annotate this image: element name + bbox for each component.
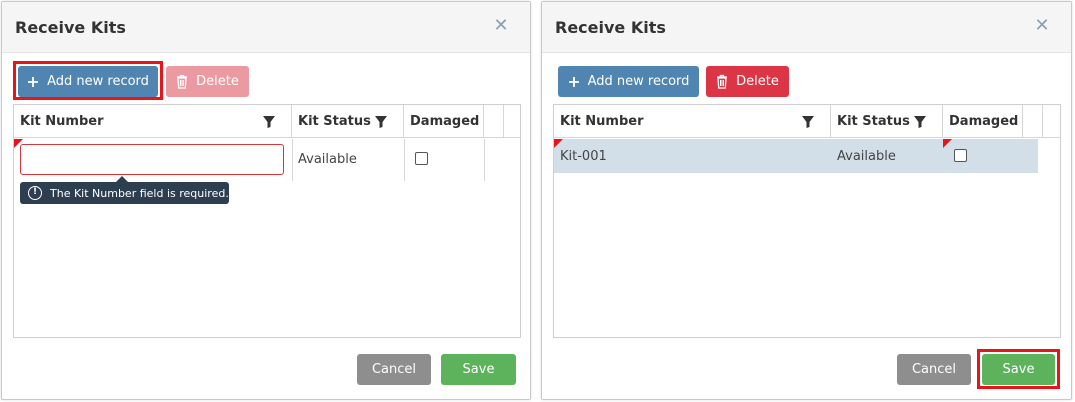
kit-status-cell: Available bbox=[837, 149, 896, 164]
filter-icon[interactable] bbox=[801, 115, 815, 129]
kit-number-cell: Kit-001 bbox=[560, 149, 607, 164]
column-kit-status-label: Kit Status bbox=[837, 114, 910, 129]
kits-grid: Kit Number Kit Status Damaged Kit-001 Av… bbox=[553, 104, 1061, 338]
damaged-checkbox[interactable] bbox=[954, 149, 967, 162]
plus-icon bbox=[568, 76, 580, 88]
cancel-button[interactable]: Cancel bbox=[897, 354, 971, 385]
column-damaged[interactable]: Damaged bbox=[943, 105, 1023, 138]
dialog-title: Receive Kits bbox=[555, 18, 666, 37]
filter-icon[interactable] bbox=[262, 115, 276, 129]
column-kit-number-label: Kit Number bbox=[20, 114, 104, 129]
dialog-header: Receive Kits ✕ bbox=[2, 2, 530, 53]
cancel-button[interactable]: Cancel bbox=[357, 354, 431, 385]
table-row[interactable]: Kit-001 Available bbox=[554, 139, 1038, 173]
save-button[interactable]: Save bbox=[982, 354, 1055, 385]
column-kit-number[interactable]: Kit Number bbox=[14, 105, 292, 138]
column-kit-status-label: Kit Status bbox=[298, 114, 371, 129]
column-divider bbox=[484, 139, 485, 181]
exclamation-icon: ! bbox=[28, 186, 42, 200]
close-icon[interactable]: ✕ bbox=[492, 16, 510, 34]
delete-button[interactable]: Delete bbox=[166, 66, 249, 97]
grid-header: Kit Number Kit Status Damaged bbox=[14, 105, 520, 138]
save-label: Save bbox=[1002, 362, 1035, 377]
close-icon[interactable]: ✕ bbox=[1033, 16, 1051, 34]
validation-message: The Kit Number field is required. bbox=[50, 186, 229, 200]
delete-button[interactable]: Delete bbox=[706, 66, 789, 97]
dirty-indicator bbox=[943, 139, 952, 148]
cancel-label: Cancel bbox=[371, 362, 417, 377]
receive-kits-dialog-left: Receive Kits ✕ Add new record Delete Kit… bbox=[1, 1, 531, 400]
column-damaged-label: Damaged bbox=[410, 114, 480, 129]
column-divider bbox=[404, 139, 405, 181]
kit-number-input[interactable] bbox=[20, 144, 284, 175]
validation-tooltip: ! The Kit Number field is required. bbox=[20, 176, 229, 204]
add-new-record-button[interactable]: Add new record bbox=[18, 66, 158, 97]
column-kit-number[interactable]: Kit Number bbox=[554, 105, 831, 138]
plus-icon bbox=[27, 76, 39, 88]
damaged-checkbox[interactable] bbox=[415, 152, 428, 165]
trash-icon bbox=[176, 74, 188, 89]
filter-icon[interactable] bbox=[374, 115, 388, 129]
delete-label: Delete bbox=[196, 74, 239, 89]
add-new-record-label: Add new record bbox=[587, 74, 690, 89]
column-kit-number-label: Kit Number bbox=[560, 114, 644, 129]
dialog-title: Receive Kits bbox=[15, 18, 126, 37]
dialog-header: Receive Kits ✕ bbox=[542, 2, 1071, 53]
delete-label: Delete bbox=[736, 74, 779, 89]
receive-kits-dialog-right: Receive Kits ✕ Add new record Delete Kit… bbox=[541, 1, 1072, 400]
column-damaged-label: Damaged bbox=[949, 114, 1019, 129]
add-new-record-button[interactable]: Add new record bbox=[558, 66, 699, 97]
column-kit-status[interactable]: Kit Status bbox=[292, 105, 404, 138]
column-damaged[interactable]: Damaged bbox=[404, 105, 484, 138]
column-spacer bbox=[1023, 105, 1043, 138]
dirty-indicator bbox=[554, 139, 563, 148]
kits-grid: Kit Number Kit Status Damaged Available … bbox=[13, 104, 521, 338]
cancel-label: Cancel bbox=[911, 362, 957, 377]
save-button[interactable]: Save bbox=[441, 354, 516, 385]
grid-header: Kit Number Kit Status Damaged bbox=[554, 105, 1060, 138]
save-label: Save bbox=[462, 362, 495, 377]
filter-icon[interactable] bbox=[913, 115, 927, 129]
column-kit-status[interactable]: Kit Status bbox=[831, 105, 943, 138]
add-new-record-label: Add new record bbox=[47, 74, 149, 89]
column-spacer bbox=[484, 105, 504, 138]
trash-icon bbox=[716, 74, 728, 89]
kit-status-cell: Available bbox=[298, 152, 357, 167]
